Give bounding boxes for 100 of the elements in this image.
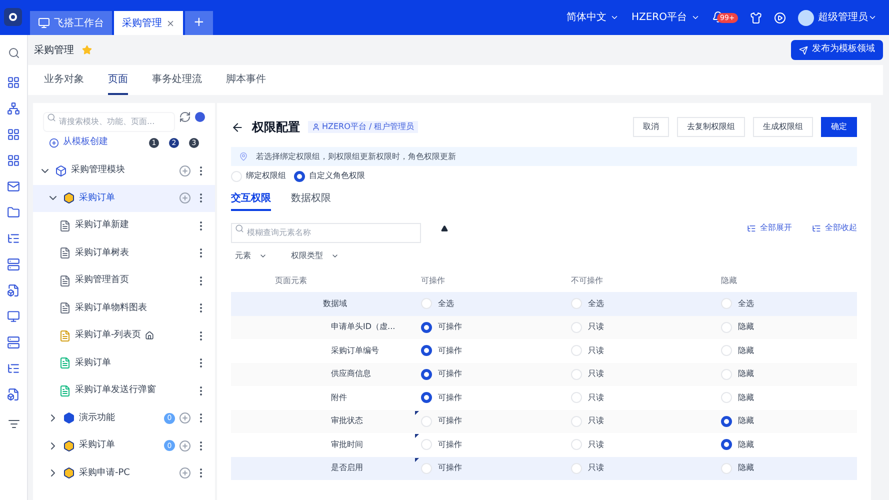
element-name: 审批状态 [330,415,363,428]
refresh-icon[interactable] [179,111,191,123]
module-tab[interactable]: 脚本事件 [226,65,266,95]
pin-icon [239,152,248,161]
module-tab[interactable]: 业务对象 [44,65,84,95]
module-tab[interactable]: 事务处理流 [152,65,202,95]
nav-icon[interactable] [7,336,20,349]
search-icon[interactable] [8,47,20,59]
create-from-template-link[interactable]: 从模板创建 [49,136,108,150]
action-button[interactable]: 确定 [821,117,857,137]
column-header: 隐藏 [721,275,738,287]
language-select[interactable]: 简体中文 [566,10,620,25]
publish-button[interactable]: 发布为模板领域 [791,40,883,60]
radio-button[interactable] [421,368,432,380]
send-icon [799,46,808,54]
option-label: 全选 [588,298,604,310]
add-icon[interactable] [179,164,191,177]
radio-button[interactable] [421,345,432,356]
radio-button[interactable] [721,439,732,450]
action-button[interactable]: 生成权限组 [753,117,813,137]
nav-icon[interactable] [7,206,20,219]
add-icon [49,138,59,148]
tree-label: 采购订单树表 [75,246,129,260]
option-label: 可操作 [438,415,462,428]
nav-icon[interactable] [7,388,20,401]
page-icon [59,302,71,314]
module-tab[interactable]: 页面 [108,65,128,95]
back-icon[interactable] [231,120,244,134]
changed-flag-icon [415,458,419,462]
tree-search-field[interactable]: 请搜索模块、功能、页面... [43,112,175,132]
tree-label: 采购订单-列表页 [75,329,142,342]
collapse-toggle-icon[interactable] [441,224,448,232]
filter-dropdown[interactable]: 权限类型 [287,250,343,262]
close-icon[interactable] [166,18,175,28]
radio-button[interactable] [421,392,432,404]
element-search-field[interactable]: 模糊查询元素名称 [231,222,421,242]
tree-item[interactable]: 采购申请-PC [33,460,215,487]
tab-label: 采购管理 [122,16,162,30]
radio-button[interactable] [421,322,432,333]
monitor-icon [38,17,50,29]
search-icon [235,224,244,232]
tree-item[interactable]: 采购订单树表 [33,240,215,267]
nav-icon[interactable] [7,284,20,297]
nav-icon[interactable] [7,362,20,375]
notice-text: 若选择绑定权限组，则权限组更新权限时，角色权限更新 [256,150,456,162]
nav-icon[interactable] [7,310,20,323]
nav-icon[interactable] [7,128,20,141]
add-tab-button[interactable]: + [185,11,213,35]
radio-button[interactable] [721,416,732,427]
menu-icon[interactable] [8,418,20,430]
tree-item[interactable]: 采购管理模块 [33,157,215,184]
action-button[interactable]: 去复制权限组 [677,117,745,137]
page-title: 采购管理 [34,44,74,58]
tree-item[interactable]: 采购订单-列表页 [33,322,215,350]
nav-icon[interactable] [7,232,20,245]
permission-tab[interactable]: 交互权限 [231,187,271,211]
tree-item[interactable]: 采购订单 [33,184,215,212]
page-icon [59,274,71,287]
tree-item[interactable]: 采购订单 [33,350,215,377]
window-tab[interactable]: 飞搭工作台 [30,11,112,35]
user-menu[interactable]: 超级管理员 [818,10,877,25]
expand-icon [747,224,756,232]
changed-flag-icon [415,410,419,414]
window-tab[interactable]: 采购管理 [114,11,183,35]
platform-select[interactable]: HZERO平台 [631,10,700,25]
element-name: 是否启用 [330,462,363,474]
nav-icon[interactable] [7,76,20,89]
nav-icon[interactable] [7,102,20,115]
add-icon[interactable] [179,440,191,452]
option-label: 可操作 [438,392,462,404]
star-icon[interactable] [82,45,92,55]
nav-icon[interactable] [7,154,20,167]
action-button[interactable]: 取消 [633,117,669,137]
filter-dropdown[interactable]: 元素 [231,250,271,262]
page-icon [59,330,71,342]
hexagon-icon [63,467,75,480]
option-label: 只读 [588,438,604,451]
radio-button[interactable] [294,170,305,182]
tree-item[interactable]: 采购订单新建 [33,212,215,240]
add-icon[interactable] [179,467,191,480]
tree-item[interactable]: 采购订单发送行弹窗 [33,377,215,404]
tree-label: 演示功能 [79,412,115,424]
page-icon [59,247,71,260]
nav-icon[interactable] [7,180,20,193]
page-icon [59,220,71,232]
tree-label: 采购申请-PC [79,466,130,480]
tree-item[interactable]: 采购管理首页 [33,267,215,294]
avatar[interactable] [798,10,814,26]
permission-tab[interactable]: 数据权限 [291,187,331,211]
hexagon-icon [63,440,75,452]
tree-item[interactable]: 采购订单物料图表 [33,294,215,322]
add-icon[interactable] [179,412,191,424]
tree-label: 采购订单 [75,356,111,370]
expand-all-link[interactable]: 全部展开 [747,222,792,234]
option-label: 隐藏 [738,321,754,334]
play-icon[interactable] [774,12,786,24]
element-name: 采购订单编号 [330,344,379,357]
shirt-icon[interactable] [750,12,762,24]
collapse-all-link[interactable]: 全部收起 [812,222,857,234]
nav-icon[interactable] [7,258,20,271]
